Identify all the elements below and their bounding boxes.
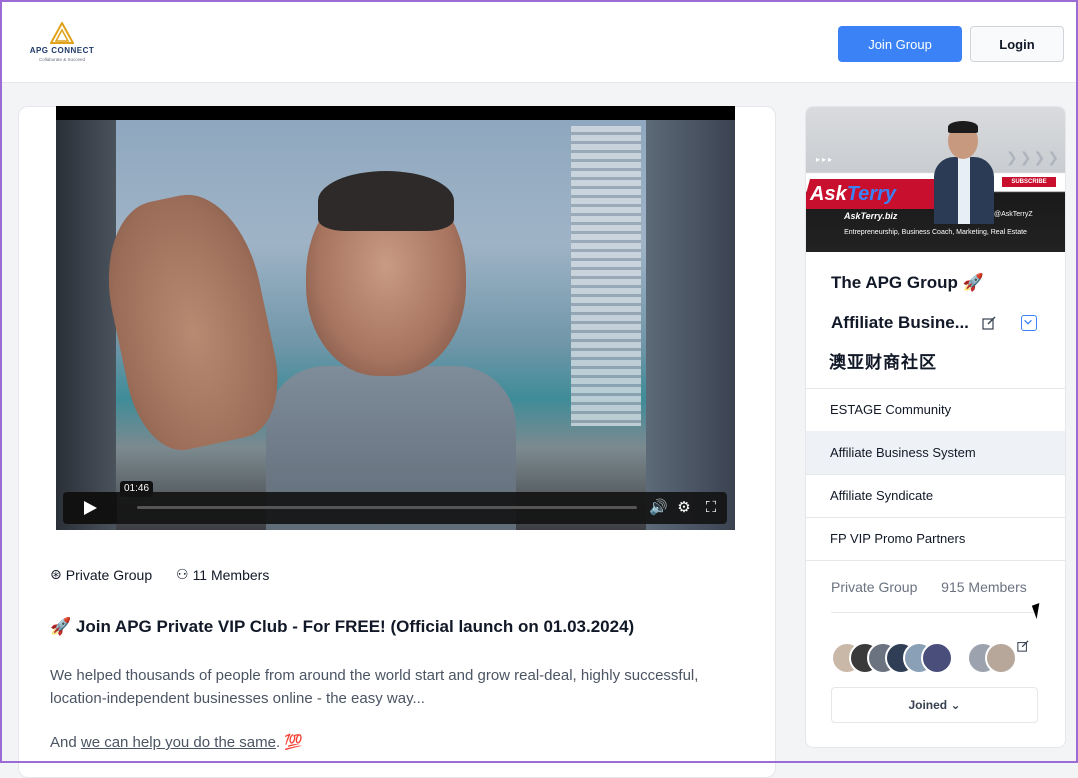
sidebar-item-affiliate-syndicate[interactable]: Affiliate Syndicate	[806, 474, 1065, 517]
video-progress-bar[interactable]	[137, 506, 637, 509]
post-body: We helped thousands of people from aroun…	[50, 667, 699, 707]
banner-subscribe: SUBSCRIBE	[1002, 177, 1056, 187]
login-button[interactable]: Login	[970, 26, 1064, 62]
banner-brand: AskTerry	[810, 183, 896, 206]
settings-icon[interactable]: ⚙	[675, 499, 693, 517]
banner-tagline: Entrepreneurship, Business Coach, Market…	[844, 229, 1027, 236]
globe-lock-icon: ⊛	[50, 566, 62, 582]
volume-icon[interactable]: 🔊	[649, 499, 668, 517]
post-help-link[interactable]: we can help you do the same	[81, 734, 276, 751]
video-player[interactable]	[56, 106, 735, 530]
post-members: ⚇ 11 Members	[176, 566, 269, 583]
banner-site: AskTerry.biz	[844, 211, 898, 221]
person-hair	[318, 171, 454, 231]
group-stats: Private Group 915 Members	[831, 579, 1027, 595]
group-name: The APG Group 🚀	[831, 273, 984, 292]
sidebar-divider	[806, 560, 1065, 561]
group-members-count: 915 Members	[941, 579, 1027, 595]
banner-arrows-right: ❯❯❯❯	[1006, 149, 1061, 165]
group-switch-dropdown-icon[interactable]	[1021, 315, 1037, 331]
group-privacy: Private Group	[831, 579, 918, 595]
sidebar-item-estage-community[interactable]: ESTAGE Community	[806, 388, 1065, 431]
group-banner: ▸▸▸ ❯❯❯❯ AskTerry SUBSCRIBE AskTerry.biz…	[806, 107, 1065, 252]
banner-person	[934, 119, 994, 224]
users-icon: ⚇	[176, 566, 189, 582]
top-header: APG CONNECT Collaborate & Succeed Join G…	[0, 0, 1078, 83]
banner-handle: @AskTerryZ	[994, 211, 1033, 218]
group-chinese-name: 澳亚财商社区	[829, 353, 937, 372]
stats-divider	[831, 612, 1036, 613]
play-icon	[84, 501, 97, 515]
video-building	[571, 126, 641, 426]
sidebar-item-fp-vip-promo-partners[interactable]: FP VIP Promo Partners	[806, 517, 1065, 560]
video-person	[266, 171, 516, 530]
apg-logo[interactable]: APG CONNECT Collaborate & Succeed	[22, 22, 102, 66]
banner-brand-right: Terry	[846, 183, 896, 205]
post-title: 🚀 Join APG Private VIP Club - For FREE! …	[50, 617, 635, 636]
fullscreen-icon[interactable]: ⛶	[702, 499, 720, 517]
avatar[interactable]	[921, 642, 953, 674]
join-group-button[interactable]: Join Group	[838, 26, 962, 62]
edit-icon[interactable]	[982, 316, 996, 330]
video-controls: 🔊 ⚙ ⛶	[63, 492, 727, 524]
video-window-frame-right	[646, 120, 735, 530]
member-avatars[interactable]	[831, 640, 1031, 674]
logo-triangle-icon	[50, 22, 74, 44]
video-window-frame-left	[56, 120, 116, 530]
post-privacy: ⊛ Private Group	[50, 566, 152, 583]
logo-name: APG CONNECT	[29, 46, 95, 55]
logo-tagline: Collaborate & Succeed	[38, 57, 86, 62]
post-privacy-label: Private Group	[65, 566, 153, 583]
edit-members-icon[interactable]	[1017, 640, 1029, 652]
group-sidebar: ▸▸▸ ❯❯❯❯ AskTerry SUBSCRIBE AskTerry.biz…	[805, 106, 1066, 748]
avatar[interactable]	[985, 642, 1017, 674]
banner-brand-left: Ask	[810, 183, 847, 205]
joined-dropdown-button[interactable]: Joined ⌄	[831, 687, 1038, 723]
post-body2-prefix: And	[50, 734, 81, 751]
banner-arrows-left: ▸▸▸	[816, 155, 835, 164]
post-body2-suffix: . 💯	[275, 734, 303, 751]
post-members-label: 11 Members	[192, 566, 270, 583]
sidebar-item-affiliate-business-system[interactable]: Affiliate Business System	[806, 431, 1065, 474]
post-body-line2: And we can help you do the same. 💯	[50, 733, 303, 751]
play-button[interactable]	[63, 492, 117, 524]
group-name-sub: Affiliate Busine...	[831, 313, 969, 332]
banner-person-hair	[948, 121, 978, 133]
banner-person-shirt	[958, 157, 970, 224]
